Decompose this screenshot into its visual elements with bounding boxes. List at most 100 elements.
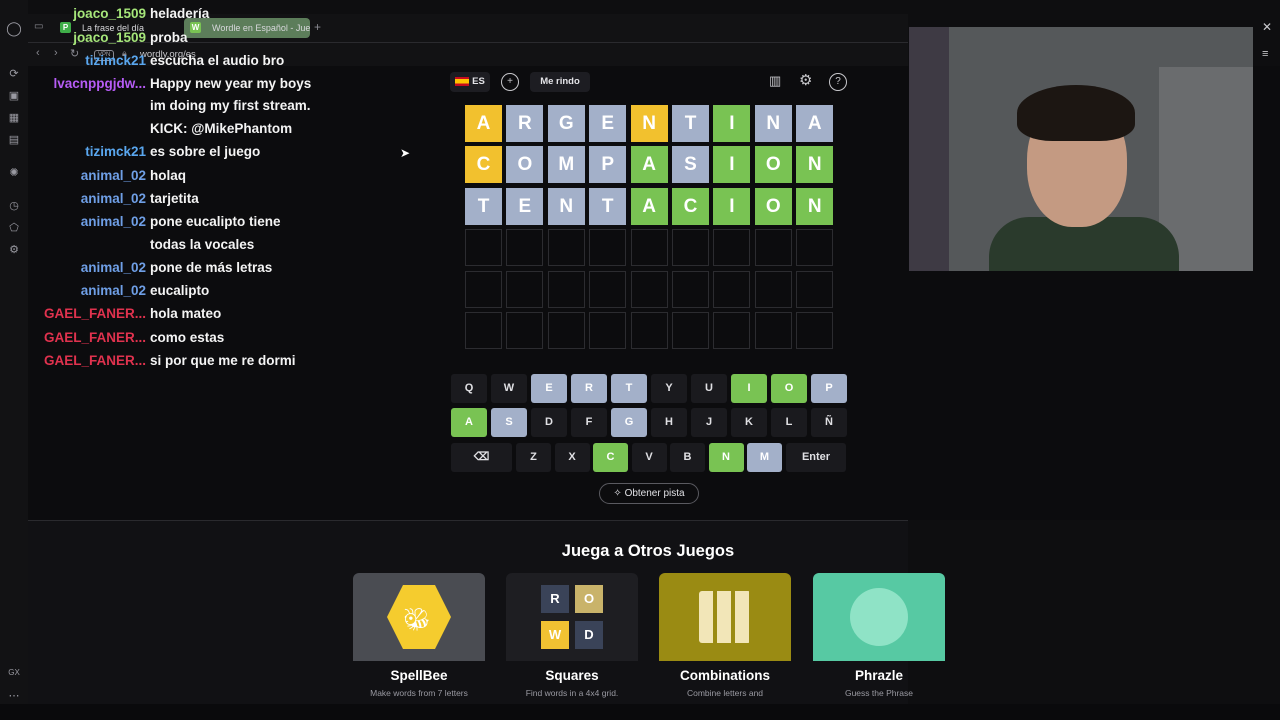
chat-username[interactable]: animal_02: [0, 283, 146, 298]
empty-tile: [506, 229, 544, 267]
key-y[interactable]: Y: [651, 374, 687, 403]
key-l[interactable]: L: [771, 408, 807, 437]
phrazle-card[interactable]: [813, 573, 945, 661]
letter-tile: N: [547, 187, 585, 225]
empty-tile: [506, 312, 544, 349]
empty-tile: [713, 270, 751, 308]
chat-username[interactable]: animal_02: [0, 168, 146, 183]
key-n[interactable]: N: [708, 443, 744, 472]
chat-username[interactable]: animal_02: [0, 214, 146, 229]
key-k[interactable]: K: [731, 408, 767, 437]
combinations-title: Combinations: [680, 668, 770, 683]
empty-tile: [672, 312, 709, 349]
chat-text: tarjetita: [150, 191, 199, 206]
letter-tile: A: [465, 105, 502, 142]
letter-tile: R: [506, 105, 544, 142]
letter-tile: T: [589, 187, 627, 225]
chat-text: pone de más letras: [150, 260, 273, 275]
empty-tile: [547, 312, 585, 349]
key-x[interactable]: X: [554, 443, 590, 472]
chat-username[interactable]: GAEL_FANER...: [0, 353, 146, 368]
key-z[interactable]: Z: [516, 443, 551, 472]
settings-icon[interactable]: ⚙: [6, 242, 22, 258]
menu-icon[interactable]: ≡: [1262, 48, 1268, 60]
settings-gear-icon[interactable]: ⚙: [799, 71, 817, 89]
bee-icon: 🐝︎: [403, 607, 431, 632]
key-a[interactable]: A: [451, 408, 487, 437]
chat-username[interactable]: tizimck21: [0, 144, 146, 159]
tab-favicon: W: [190, 22, 201, 33]
chat-username[interactable]: GAEL_FANER...: [0, 330, 146, 345]
empty-tile: [796, 229, 834, 267]
key-ñ[interactable]: Ñ: [811, 408, 847, 437]
notes-icon[interactable]: ▦: [6, 110, 22, 126]
tab-wordle[interactable]: W Wordle en Español - Juego: [184, 18, 310, 38]
key-m[interactable]: M: [747, 443, 782, 472]
key-i[interactable]: I: [731, 374, 767, 403]
phrazle-title: Phrazle: [854, 668, 904, 683]
language-selector[interactable]: ES: [450, 72, 490, 92]
key-p[interactable]: P: [811, 374, 847, 403]
key-e[interactable]: E: [531, 374, 567, 403]
spellbee-card[interactable]: 🐝︎: [353, 573, 485, 661]
chat-username[interactable]: lvacnppgjdw...: [0, 76, 146, 91]
close-window-icon[interactable]: ✕: [1262, 20, 1272, 34]
chat-username[interactable]: GAEL_FANER...: [0, 306, 146, 321]
empty-tile: [754, 229, 792, 267]
letter-tile: N: [796, 146, 834, 184]
chat-username[interactable]: joaco_1509: [0, 30, 146, 45]
key-o[interactable]: O: [771, 374, 807, 403]
empty-tile: [589, 312, 627, 349]
letter-tile: A: [796, 105, 834, 142]
key-b[interactable]: B: [670, 443, 705, 472]
chat-username[interactable]: tizimck21: [0, 53, 146, 68]
letter-tile: M: [547, 146, 585, 184]
backspace-key-icon[interactable]: ⌫: [451, 443, 512, 472]
chat-username[interactable]: animal_02: [0, 191, 146, 206]
key-j[interactable]: J: [691, 408, 727, 437]
empty-tile: [589, 270, 627, 308]
key-c[interactable]: C: [593, 443, 628, 472]
combinations-card[interactable]: [659, 573, 791, 661]
key-g[interactable]: G: [611, 408, 647, 437]
webcam-overlay: [909, 27, 1253, 271]
key-w[interactable]: W: [491, 374, 527, 403]
chat-username[interactable]: joaco_1509: [0, 6, 146, 21]
letter-tile: E: [506, 187, 544, 225]
key-t[interactable]: T: [611, 374, 647, 403]
squares-card[interactable]: R O W D: [506, 573, 638, 661]
empty-tile: [547, 229, 585, 267]
letter-tile: I: [713, 146, 751, 184]
key-q[interactable]: Q: [451, 374, 487, 403]
key-v[interactable]: V: [631, 443, 667, 472]
stats-chart-icon[interactable]: ▥: [769, 73, 787, 91]
key-u[interactable]: U: [691, 374, 727, 403]
chat-text: im doing my first stream.: [150, 98, 311, 113]
phrazle-desc: Guess the Phrase: [844, 688, 914, 698]
letter-tile: T: [465, 187, 502, 225]
more-icon[interactable]: ⋯: [6, 688, 22, 704]
new-game-plus-icon[interactable]: +: [501, 73, 519, 91]
key-f[interactable]: F: [571, 408, 607, 437]
chat-text: Happy new year my boys: [150, 76, 312, 91]
spellbee-title: SpellBee: [390, 668, 448, 683]
help-icon[interactable]: ?: [829, 73, 847, 91]
chat-username[interactable]: animal_02: [0, 260, 146, 275]
give-up-button[interactable]: Me rindo: [530, 72, 590, 92]
enter-key[interactable]: Enter: [786, 443, 846, 472]
key-h[interactable]: H: [651, 408, 687, 437]
empty-tile: [465, 229, 502, 267]
spain-flag-icon: [455, 76, 470, 86]
empty-tile: [506, 270, 544, 308]
empty-tile: [672, 270, 709, 308]
get-hint-button[interactable]: ✧ Obtener pista: [599, 483, 699, 504]
letter-tile: P: [589, 146, 627, 184]
combinations-desc: Combine letters and: [686, 688, 764, 698]
new-tab-button[interactable]: +: [314, 20, 321, 34]
chat-text: si por que me re dormi: [150, 353, 296, 368]
letter-tile: O: [506, 146, 544, 184]
key-d[interactable]: D: [531, 408, 567, 437]
mouse-cursor-icon: ➤: [400, 146, 411, 160]
key-r[interactable]: R: [571, 374, 607, 403]
key-s[interactable]: S: [491, 408, 527, 437]
